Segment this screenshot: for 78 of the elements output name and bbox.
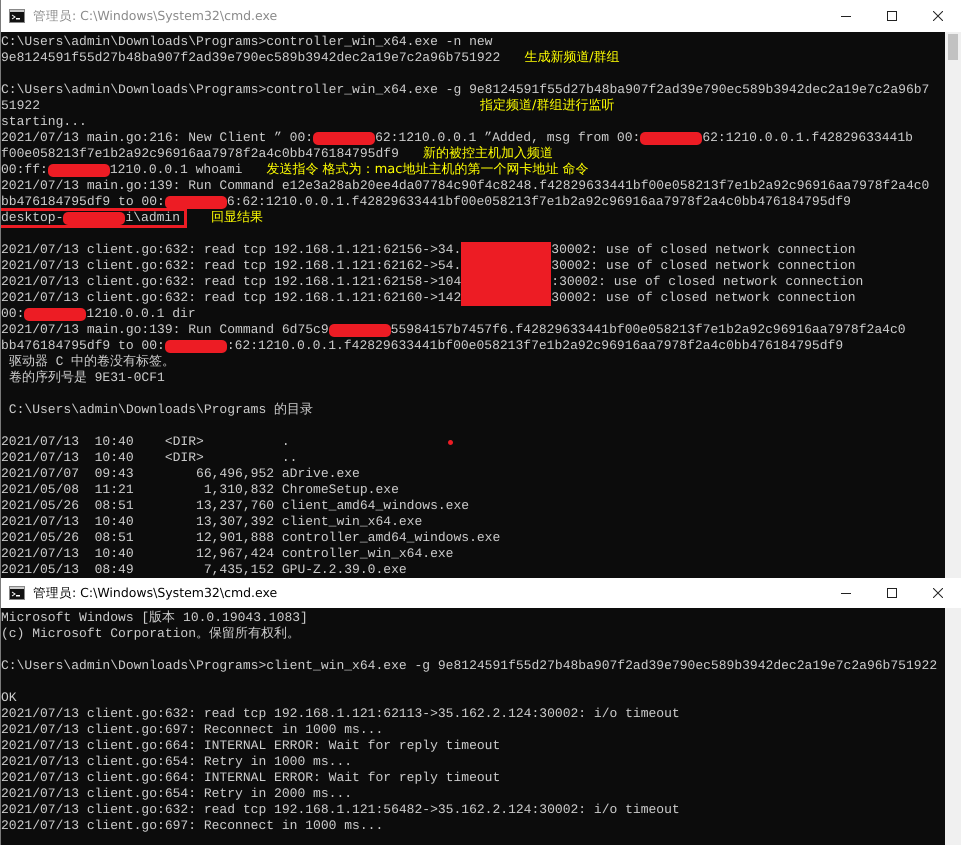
console-text: C:\Users\admin\Downloads\Programs>controller_win_x64.exe -n new (1, 34, 492, 50)
console-text: 62:1210.0.0.1 ”Added, msg from 00: (375, 130, 640, 146)
console-text: desktop- (1, 210, 64, 226)
console-text: 2021/07/13 client.go:664: INTERNAL ERROR: Wait for reply timeout (1, 770, 500, 786)
console-text: 2021/07/07 09:43 66,496,952 aDrive.exe (1, 466, 360, 482)
console-text: 51922 (1, 98, 40, 114)
annotation-label: 生成新频道/群组 (524, 50, 620, 66)
console-text: 62:1210.0.0.1.f42829633441b (702, 130, 913, 146)
console-text: 2021/07/13 10:40 <DIR> .. (1, 450, 298, 466)
annotation-label: 发送指令 格式为：mac地址主机的第一个网卡地址 命令 (266, 162, 588, 178)
console-text: 9e8124591f55d27b48ba907f2ad39e790ec589b3942dec2a19e7c2a96b751922 (1, 50, 500, 66)
console-text: 2021/05/08 11:21 1,310,832 ChromeSetup.exe (1, 482, 399, 498)
console-text: OK (1, 690, 17, 706)
console-text: 2021/07/13 client.go:632: read tcp 192.168.1.121:62158->104 (1, 274, 462, 290)
console-text: 1210.0.0.1 dir (86, 306, 196, 322)
console-text: 30002: use of closed network connection (551, 242, 856, 258)
redaction-mark (48, 164, 110, 176)
console-text: 2021/07/13 client.go:664: INTERNAL ERROR: Wait for reply timeout (1, 738, 500, 754)
maximize-icon (887, 588, 897, 598)
console-text: 卷的序列号是 9E31-0CF1 (8, 370, 165, 386)
console-text: :62:1210.0.0.1.f42829633441bf00e058213f7e1b2a92c96916aa7978f2a4c0bb476184795df9 (226, 338, 844, 354)
console-text: 2021/05/26 08:51 13,237,760 client_amd64_windows.exe (1, 498, 470, 514)
console-icon (9, 586, 25, 600)
console-text: 55984157b7457f6.f42829633441bf00e058213f7e1b2a92c96916aa7978f2a4c0 (390, 322, 906, 338)
console-text: 00: (1, 306, 24, 322)
redaction-mark (313, 132, 376, 144)
console-text: C:\Users\admin\Downloads\Programs>controller_win_x64.exe -g 9e8124591f55d27b48ba907f2ad39e790ec589b3942dec2a19e7c2a96b7 (1, 82, 930, 98)
redaction-mark (164, 340, 227, 352)
console-text: 30002: use of closed network connection (551, 290, 856, 306)
close-icon (933, 11, 943, 21)
console-text: 6:62:1210.0.0.1.f42829633441bf00e058213f7e1b2a92c96916aa7978f2a4c0bb476184795df9 (226, 194, 851, 210)
console-text: 2021/07/13 main.go:139: Run Command 6d75c9 (1, 322, 329, 338)
console-text: 2021/07/13 client.go:632: read tcp 192.168.1.121:62113->35.162.2.124:30002: i/o timeout (1, 706, 680, 722)
console-text: 2021/07/13 client.go:632: read tcp 192.168.1.121:62162->54. (1, 258, 462, 274)
window-title: 管理员: C:\Windows\System32\cmd.exe (33, 8, 278, 24)
console-text: 2021/07/13 client.go:654: Retry in 2000 ms... (1, 786, 352, 802)
redaction-mark (640, 132, 702, 144)
console-text: 2021/05/26 08:51 12,901,888 controller_amd64_windows.exe (1, 530, 500, 546)
console-text: bb476184795df9 to 00: (1, 194, 165, 210)
redaction-mark (24, 308, 86, 320)
scrollbar[interactable] (945, 608, 961, 845)
console-text: 2021/07/13 client.go:632: read tcp 192.168.1.121:62156->34. (1, 242, 462, 258)
window-title: 管理员: C:\Windows\System32\cmd.exe (33, 584, 278, 602)
dot-mark (448, 440, 453, 444)
annotation-label: 回显结果 (211, 210, 264, 226)
console-text: Microsoft Windows [版本 10.0.19043.1083] (1, 610, 308, 626)
annotation-label: 指定频道/群组进行监听 (480, 98, 614, 114)
console-text: 2021/07/13 10:40 <DIR> . (1, 434, 290, 450)
console-text: 2021/07/13 10:40 13,307,392 client_win_x64.exe (1, 514, 422, 530)
console-text: (c) Microsoft Corporation。保留所有权利。 (1, 626, 300, 642)
console-icon (9, 9, 25, 23)
redaction-mark (63, 212, 126, 224)
console-text: starting... (1, 114, 87, 130)
console-text: :30002: use of closed network connection (551, 274, 864, 290)
console-text: 2021/07/13 client.go:697: Reconnect in 1000 ms... (1, 818, 384, 834)
console-text: f00e058213f7e1b2a92c96916aa7978f2a4c0bb476184795df9 (1, 146, 399, 162)
console-text: 00:ff: (1, 162, 48, 178)
annotation-label: 新的被控主机加入频道 (422, 146, 553, 162)
console-text: 2021/07/13 client.go:654: Retry in 1000 ms... (1, 754, 352, 770)
console-text: bb476184795df9 to 00: (1, 338, 165, 354)
console-text: 2021/05/13 08:49 7,435,152 GPU-Z.2.39.0.exe (1, 562, 407, 578)
scrollbar-thumb[interactable] (948, 34, 958, 60)
close-icon (933, 588, 943, 598)
console-text: 1210.0.0.1 whoami (110, 162, 242, 178)
console-text: 2021/07/13 10:40 12,967,424 controller_win_x64.exe (1, 546, 454, 562)
console-text: C:\Users\admin\Downloads\Programs 的目录 (8, 402, 314, 418)
scrollbar[interactable] (945, 32, 961, 578)
console-text: 30002: use of closed network connection (551, 258, 856, 274)
console-text: 2021/07/13 client.go:632: read tcp 192.168.1.121:62160->142 (1, 290, 462, 306)
console-text: 2021/07/13 main.go:139: Run Command e12e3a28ab20ee4da07784c90f4c8248.f42829633441bf00e058213f7e1b2a92c96916aa7978f2a4c0 (1, 178, 930, 194)
maximize-icon (887, 11, 897, 21)
console-text: C:\Users\admin\Downloads\Programs>client_win_x64.exe -g 9e8124591f55d27b48ba907f2ad39e790ec589b3942dec2a19e7c2a96b751922 (1, 658, 938, 674)
redaction-mark (328, 324, 391, 336)
console-text: 驱动器 C 中的卷没有标签。 (8, 354, 176, 370)
console-text: 2021/07/13 client.go:697: Reconnect in 1000 ms... (1, 722, 384, 738)
console-text: 2021/07/13 client.go:632: read tcp 192.168.1.121:56482->35.162.2.124:30002: i/o timeout (1, 802, 680, 818)
console-text: i\admin (125, 210, 180, 226)
console-text: 2021/07/13 main.go:216: New Client ” 00: (1, 130, 314, 146)
